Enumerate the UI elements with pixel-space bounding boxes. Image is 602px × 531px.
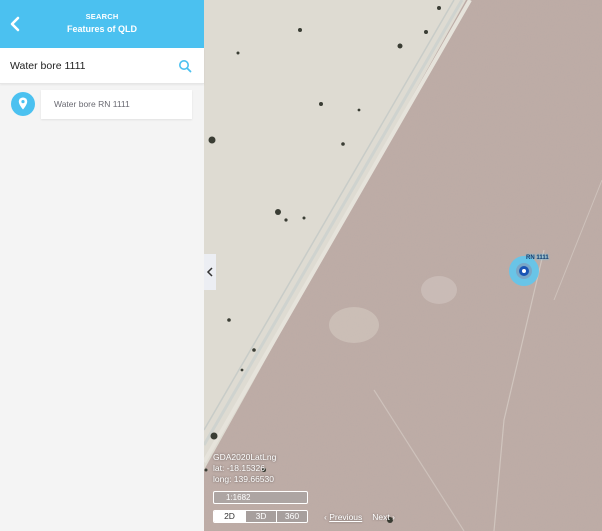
coordinate-readout: GDA2020LatLng lat: -18.15326 long: 139.6… [213, 452, 276, 485]
search-box [0, 48, 204, 84]
latitude: lat: -18.15326 [213, 463, 265, 473]
collapse-sidebar-button[interactable] [204, 254, 216, 290]
header-title: Features of QLD [66, 24, 137, 34]
view-mode-3d[interactable]: 3D [245, 511, 276, 522]
previous-label: Previous [329, 512, 363, 522]
sidebar-header: SEARCH Features of QLD [0, 0, 204, 48]
marker-center-dot [522, 269, 526, 273]
view-mode-360[interactable]: 360 [276, 511, 307, 522]
view-mode-2d[interactable]: 2D [214, 511, 245, 522]
coordinate-system: GDA2020LatLng [213, 452, 277, 462]
result-label: Water bore RN 1111 [54, 99, 130, 109]
search-icon [179, 60, 192, 73]
chevron-left-icon [206, 267, 213, 277]
next-label: Next [372, 512, 390, 522]
search-input[interactable] [10, 57, 170, 75]
header-subtitle: SEARCH [85, 12, 119, 21]
map-pin-icon [18, 97, 28, 110]
search-result-item[interactable]: Water bore RN 1111 [0, 90, 204, 120]
scale-readout[interactable]: 1:1682 [213, 491, 308, 504]
result-card[interactable]: Water bore RN 1111 [41, 90, 192, 119]
marker-label: RN 1111 [526, 255, 549, 261]
search-button[interactable] [178, 59, 192, 73]
longitude: long: 139.66530 [213, 474, 274, 484]
map-view[interactable]: RN 1111 GDA2020LatLng lat: -18.15326 lon… [204, 0, 602, 531]
previous-button[interactable]: ‹ Previous [324, 512, 362, 522]
sidebar: SEARCH Features of QLD Water bore RN 111… [0, 0, 204, 531]
next-button[interactable]: Next › [372, 512, 395, 522]
result-pin-badge [11, 92, 35, 116]
view-mode-toggle: 2D 3D 360 [213, 510, 308, 523]
pager: ‹ Previous Next › [324, 512, 395, 522]
